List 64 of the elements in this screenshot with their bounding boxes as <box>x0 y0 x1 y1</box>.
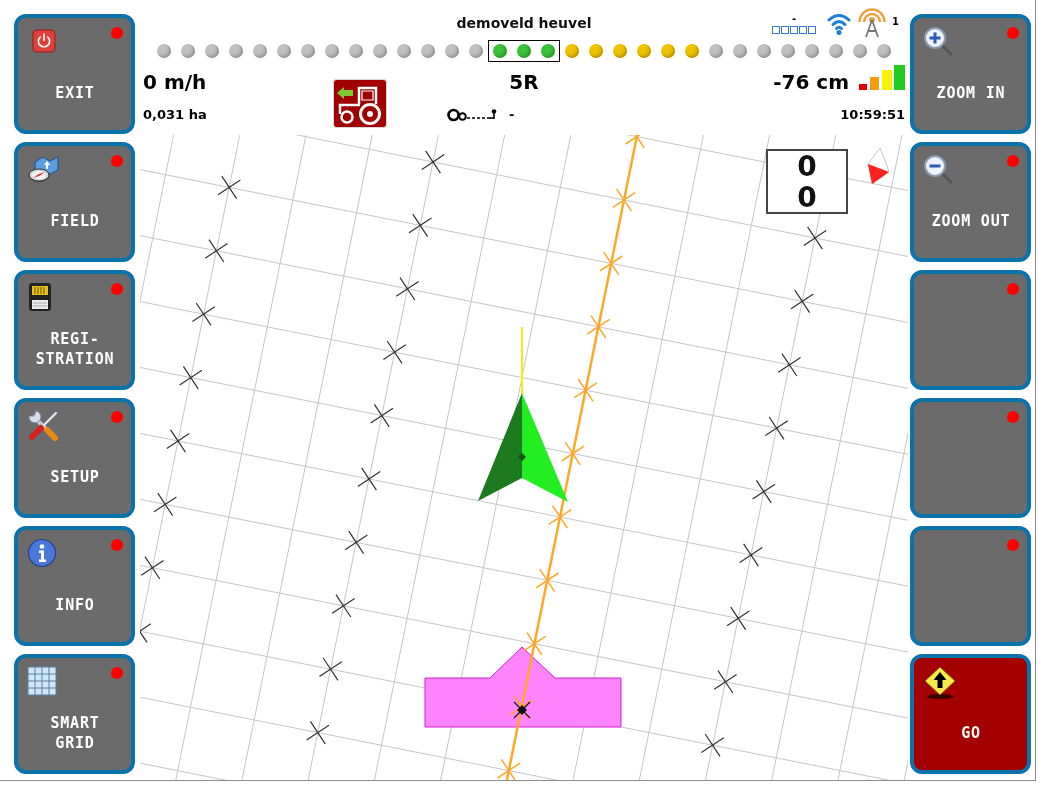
field-name: demoveld heuvel <box>456 14 592 32</box>
compass-icon <box>866 147 890 185</box>
implement-hitch-icon <box>447 108 499 122</box>
cross-mark <box>153 492 177 517</box>
cross-mark <box>204 239 229 263</box>
heading-line <box>521 326 523 395</box>
cross-mark <box>357 467 381 491</box>
cross-mark <box>421 150 445 174</box>
cross-mark <box>382 340 407 364</box>
cross-mark <box>166 429 190 453</box>
area-readout: 0,031 ha <box>143 106 208 124</box>
exit-button[interactable]: EXIT <box>14 14 135 134</box>
cross-mark <box>306 720 330 745</box>
tools-icon <box>27 410 59 442</box>
row-readout: 5R <box>508 69 540 96</box>
cross-mark <box>700 733 725 757</box>
cross-mark <box>777 353 802 377</box>
empty-button[interactable] <box>910 270 1031 390</box>
cross-mark <box>331 594 356 618</box>
cross-mark <box>739 543 763 567</box>
cross-mark <box>764 416 789 440</box>
power-icon <box>32 29 56 53</box>
cross-mark <box>752 479 776 504</box>
cross-mark <box>803 226 827 250</box>
antenna-count: 1 <box>892 16 899 27</box>
cross-mark <box>790 289 814 314</box>
setup-button[interactable]: SETUP <box>14 398 135 518</box>
empty-button[interactable] <box>910 526 1031 646</box>
cross-mark <box>191 302 216 326</box>
signal-bars-icon <box>859 64 905 90</box>
map-compass-icon <box>27 154 59 184</box>
antenna-icon <box>858 8 887 38</box>
clock: 10:59:51 <box>840 106 905 124</box>
cross-mark <box>370 403 394 428</box>
go-button[interactable]: GO <box>910 654 1031 774</box>
cross-mark <box>217 175 241 200</box>
empty-button[interactable] <box>910 398 1031 518</box>
cross-mark <box>408 213 432 238</box>
cross-mark <box>726 606 750 631</box>
info-icon <box>27 538 57 568</box>
cross-mark <box>318 657 343 681</box>
cross-mark <box>713 670 738 694</box>
offset-readout: -76 cm <box>773 69 849 96</box>
up-arrow-sign-icon <box>923 666 957 699</box>
registration-button[interactable]: REGI- STRATION <box>14 270 135 390</box>
speed-readout: 0 m/h <box>143 69 208 96</box>
zoom-in-icon <box>923 26 953 56</box>
counter-value: 0 <box>797 150 817 182</box>
zoom-out-button[interactable]: ZOOM OUT <box>910 142 1031 262</box>
cross-mark <box>344 530 368 555</box>
cross-mark <box>395 277 420 301</box>
counter-value: 0 <box>797 181 817 213</box>
quality-squares-icon <box>772 25 817 34</box>
cross-mark <box>140 556 165 580</box>
grid-icon <box>27 666 57 696</box>
field-button[interactable]: FIELD <box>14 142 135 262</box>
position-marker <box>513 701 531 719</box>
zoom-out-icon <box>923 154 953 184</box>
cross-mark <box>179 365 203 390</box>
correction-status: - <box>791 12 797 24</box>
implement-status: - <box>509 106 515 124</box>
info-button[interactable]: INFO <box>14 526 135 646</box>
zoom-in-button[interactable]: ZOOM IN <box>910 14 1031 134</box>
smart-grid-button[interactable]: SMART GRID <box>14 654 135 774</box>
